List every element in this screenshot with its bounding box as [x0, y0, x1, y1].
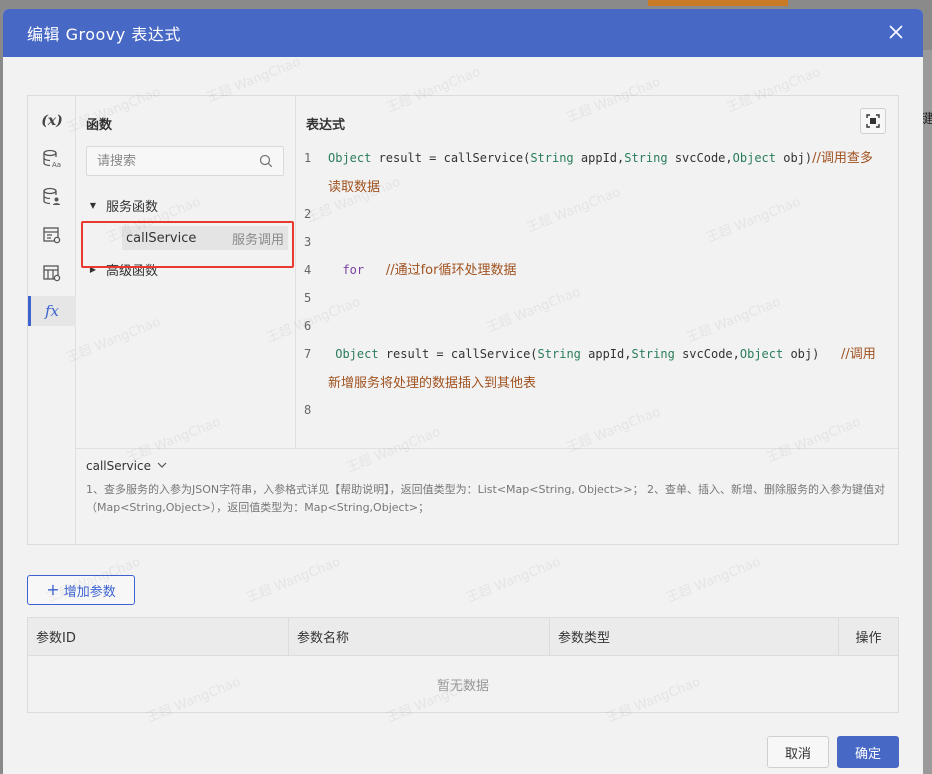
function-icon: fx — [44, 302, 59, 320]
background-orange-bar — [648, 0, 788, 6]
dialog-header: 编辑 Groovy 表达式 — [3, 9, 923, 57]
icon-rail: (x) Aa fx — [28, 96, 76, 544]
tree-group-service-functions[interactable]: ▼ 服务函数 — [86, 194, 158, 216]
empty-state: 暂无数据 — [436, 678, 489, 694]
line-number: 2 — [304, 207, 312, 221]
column-header-actions: 操作 — [855, 631, 882, 646]
code-text: Object result = callService(String appId… — [328, 151, 873, 195]
rail-item-form-settings[interactable] — [28, 220, 76, 250]
cancel-button[interactable]: 取消 — [767, 736, 829, 768]
fullscreen-icon — [866, 114, 880, 128]
description-text: 1、查多服务的入参为JSON字符串，入参格式详见【帮助说明】，返回值类型为：Li… — [86, 483, 886, 514]
caret-down-icon: ▼ — [89, 200, 97, 210]
search-icon[interactable] — [259, 154, 273, 168]
tree-group-label: 高级函数 — [106, 263, 159, 279]
line-number: 5 — [304, 291, 312, 305]
rail-item-db-user[interactable] — [28, 182, 76, 212]
column-header-param-name: 参数名称 — [289, 618, 550, 655]
code-line: 1 Object result = callService(String appI… — [304, 144, 890, 202]
param-table: 参数ID 参数名称 参数类型 操作 暂无数据 — [27, 617, 899, 713]
expression-editor: (x) Aa fx 函数 ▼ — [27, 95, 899, 545]
database-text-icon: Aa — [43, 149, 61, 169]
function-name: callService — [126, 230, 197, 246]
dialog-title: 编辑 Groovy 表达式 — [27, 25, 181, 44]
add-param-label: 增加参数 — [63, 584, 116, 600]
confirm-button[interactable]: 确定 — [837, 736, 899, 768]
code-line: 7 Object result = callService(String app… — [304, 340, 890, 398]
line-number: 7 — [304, 347, 312, 361]
expression-panel-title: 表达式 — [306, 118, 346, 133]
rail-item-db-text[interactable]: Aa — [28, 144, 76, 174]
tree-group-label: 服务函数 — [106, 199, 159, 215]
svg-text:Aa: Aa — [52, 161, 61, 169]
add-param-button[interactable]: + 增加参数 — [27, 575, 135, 605]
watermark-text: 王超 WangChao — [464, 554, 563, 607]
code-text: Object result = callService(String appId… — [328, 347, 876, 391]
code-text: for //通过for循环处理数据 — [342, 263, 517, 278]
line-number: 1 — [304, 151, 312, 165]
watermark-text: 王超 WangChao — [664, 554, 763, 607]
code-line: 6 — [304, 312, 890, 340]
code-line: 8 — [304, 396, 890, 424]
plus-icon: + — [46, 580, 60, 599]
function-type: 服务调用 — [231, 232, 284, 248]
groovy-expression-dialog: 编辑 Groovy 表达式 (x) Aa fx 函数 请搜索 ▼ 服务函数 ca… — [3, 9, 923, 774]
rail-item-variable[interactable]: (x) — [28, 106, 76, 136]
description-title: callService — [86, 459, 151, 473]
chevron-down-icon — [157, 461, 167, 471]
expression-panel: 表达式 1 Object result = callService(String … — [296, 96, 898, 448]
variable-icon: (x) — [41, 113, 63, 129]
caret-right-icon: ▶ — [89, 264, 97, 274]
table-settings-icon — [43, 265, 61, 282]
code-line: 4 for //通过for循环处理数据 — [304, 256, 890, 285]
function-item-callservice[interactable]: callService 服务调用 — [122, 226, 288, 250]
watermark-text: 王超 WangChao — [244, 554, 343, 607]
function-description: callService 1、查多服务的入参为JSON字符串，入参格式详见【帮助说… — [76, 448, 898, 544]
line-number: 6 — [304, 319, 312, 333]
description-toggle[interactable]: callService — [86, 459, 888, 473]
code-line: 5 — [304, 284, 890, 312]
code-line: 3 — [304, 228, 890, 256]
line-number: 4 — [304, 263, 312, 277]
code-line: 2 — [304, 200, 890, 228]
rail-item-table-settings[interactable] — [28, 258, 76, 288]
code-editor[interactable]: 1 Object result = callService(String appI… — [304, 144, 890, 444]
rail-item-function[interactable]: fx — [28, 296, 76, 326]
param-table-header: 参数ID 参数名称 参数类型 操作 — [28, 618, 898, 656]
line-number: 3 — [304, 235, 312, 249]
function-search-input[interactable] — [87, 147, 257, 175]
function-search — [86, 146, 284, 176]
fullscreen-button[interactable] — [860, 108, 886, 134]
close-button[interactable] — [885, 21, 907, 43]
function-panel-title: 函数 — [86, 118, 113, 133]
column-header-param-id: 参数ID — [28, 618, 289, 655]
line-number: 8 — [304, 403, 312, 417]
form-settings-icon — [43, 227, 61, 244]
column-header-param-type: 参数类型 — [550, 618, 839, 655]
database-user-icon — [43, 187, 60, 205]
tree-group-advanced-functions[interactable]: ▶ 高级函数 — [86, 258, 158, 280]
function-panel: 函数 ▼ 服务函数 callService 服务调用 ▶ 高级函数 — [76, 96, 296, 448]
close-icon — [889, 25, 903, 39]
